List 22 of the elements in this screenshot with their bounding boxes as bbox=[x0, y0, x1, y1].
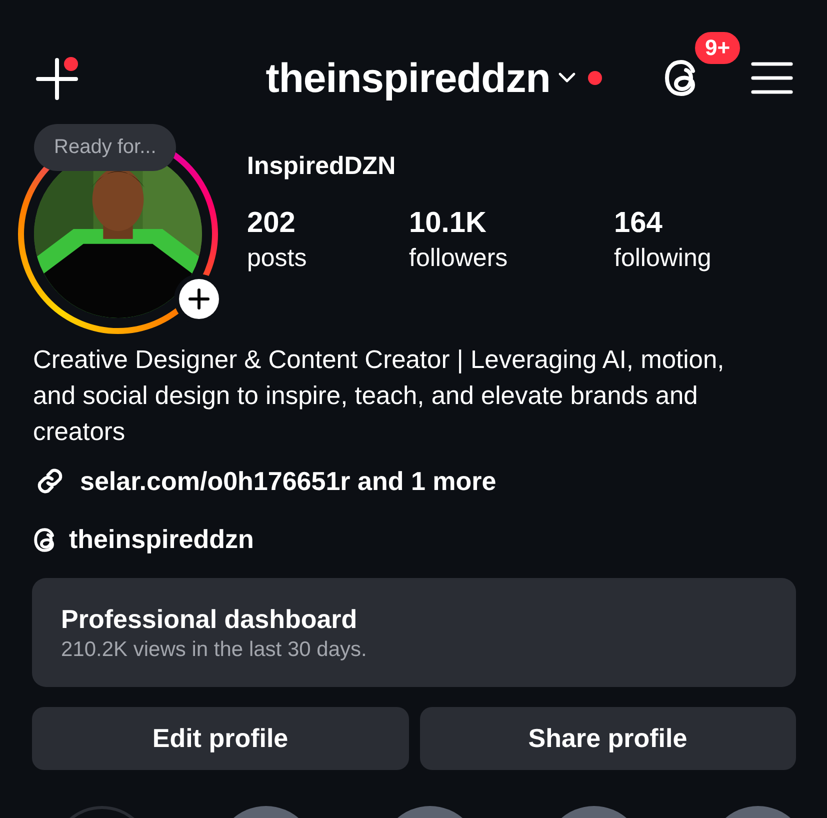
stat-count[interactable]: 202 bbox=[247, 207, 409, 240]
stat-count[interactable]: 164 bbox=[614, 207, 814, 240]
display-name: InspiredDZN bbox=[247, 152, 397, 181]
stat-count[interactable]: 10.1K bbox=[409, 207, 614, 240]
stat-label[interactable]: posts bbox=[247, 244, 409, 273]
dashboard-card[interactable]: Professional dashboard 210.2K views in the last 30 days. bbox=[32, 578, 796, 687]
dashboard-title: Professional dashboard bbox=[61, 604, 358, 635]
stat-label[interactable]: followers bbox=[409, 244, 614, 273]
stat-label[interactable]: following bbox=[614, 244, 814, 273]
website-link[interactable]: selar.com/o0h176651r and 1 more bbox=[80, 466, 496, 496]
bio-text: Creative Designer & Content Creator | Leveraging AI, motion, and social design to inspire, teach, and elevate brands and creators bbox=[33, 345, 726, 448]
share-profile-button[interactable]: Share profile bbox=[420, 707, 796, 770]
threads-link[interactable]: theinspireddzn bbox=[69, 524, 254, 555]
menu-icon[interactable] bbox=[750, 61, 793, 95]
notification-badge: 9+ bbox=[692, 30, 742, 66]
note-text: Ready for... bbox=[54, 136, 156, 158]
username[interactable]: theinspireddzn bbox=[266, 54, 550, 102]
edit-profile-button[interactable]: Edit profile bbox=[32, 707, 408, 770]
create-icon[interactable] bbox=[35, 56, 79, 100]
dashboard-subtitle: 210.2K views in the last 30 days. bbox=[61, 638, 368, 662]
chevron-down-icon[interactable] bbox=[558, 72, 576, 84]
note-tooltip[interactable]: Ready for... bbox=[34, 124, 176, 171]
